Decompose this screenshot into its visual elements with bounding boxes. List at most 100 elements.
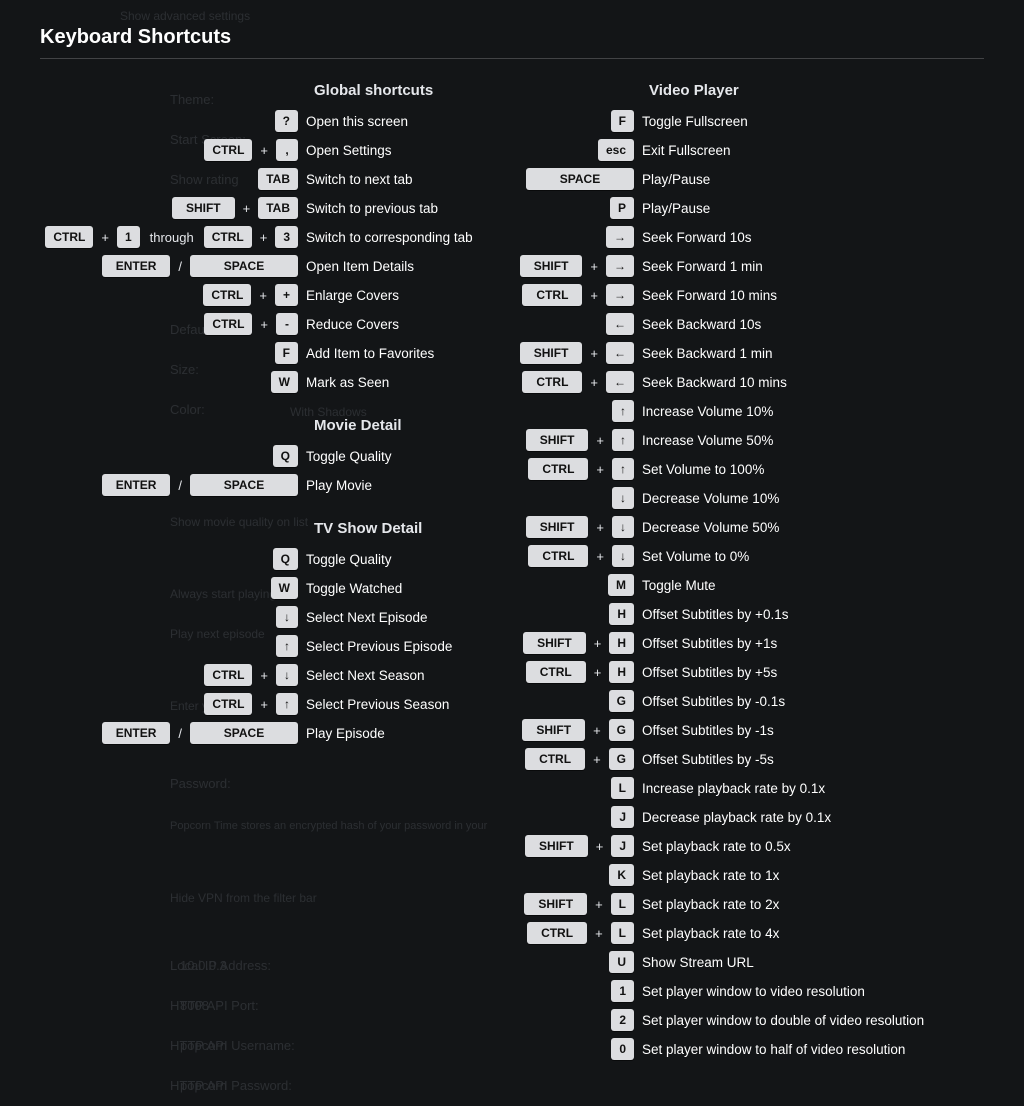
shortcut-row: SHIFT+←Seek Backward 1 min: [514, 339, 1024, 367]
key-separator: +: [594, 520, 606, 535]
key-separator: +: [592, 665, 604, 680]
key-separator: /: [176, 259, 184, 274]
key-separator: +: [591, 723, 603, 738]
key-cap: 2: [611, 1009, 634, 1031]
key-separator: +: [258, 143, 270, 158]
key-cap: G: [609, 719, 634, 741]
key-cap: H: [609, 632, 634, 654]
key-cap: K: [609, 864, 634, 886]
shortcut-row: FToggle Fullscreen: [514, 107, 1024, 135]
shortcut-row: CTRL+←Seek Backward 10 mins: [514, 368, 1024, 396]
key-cap: ENTER: [102, 722, 171, 744]
shortcut-description: Select Next Season: [306, 668, 425, 683]
key-separator: +: [594, 462, 606, 477]
shortcut-description: Add Item to Favorites: [306, 346, 434, 361]
shortcuts-columns: Global shortcuts ?Open this screenCTRL+,…: [0, 78, 1024, 1064]
key-cap: F: [275, 342, 298, 364]
key-combo: CTRL+↓: [0, 664, 306, 686]
shortcut-row: JDecrease playback rate by 0.1x: [514, 803, 1024, 831]
key-cap: ←: [606, 313, 634, 335]
key-cap: CTRL: [204, 664, 252, 686]
key-combo: M: [514, 574, 642, 596]
key-combo: SHIFT+↓: [514, 516, 642, 538]
key-cap: SHIFT: [523, 632, 586, 654]
key-cap: L: [611, 922, 634, 944]
key-cap: J: [611, 806, 634, 828]
shortcut-description: Select Next Episode: [306, 610, 428, 625]
key-separator: +: [258, 697, 270, 712]
shortcut-description: Seek Forward 1 min: [642, 259, 763, 274]
key-cap: SHIFT: [172, 197, 235, 219]
key-cap: H: [609, 603, 634, 625]
key-combo: CTRL+H: [514, 661, 642, 683]
key-cap: SHIFT: [520, 342, 583, 364]
shortcut-description: Play Movie: [306, 478, 372, 493]
key-combo: Q: [0, 548, 306, 570]
shortcut-row: KSet playback rate to 1x: [514, 861, 1024, 889]
key-cap: CTRL: [203, 284, 251, 306]
key-cap: TAB: [258, 168, 298, 190]
shortcut-row: WMark as Seen: [0, 368, 514, 396]
key-cap: SPACE: [190, 255, 298, 277]
shortcut-description: Seek Backward 10s: [642, 317, 761, 332]
key-combo: 2: [514, 1009, 642, 1031]
shortcut-row: LIncrease playback rate by 0.1x: [514, 774, 1024, 802]
shortcut-row: 0Set player window to half of video reso…: [514, 1035, 1024, 1063]
dialog-title: Keyboard Shortcuts: [40, 26, 231, 49]
key-separator: +: [588, 375, 600, 390]
shortcut-description: Offset Subtitles by +1s: [642, 636, 777, 651]
key-cap: ↓: [612, 516, 634, 538]
key-cap: L: [611, 893, 634, 915]
key-separator: +: [594, 433, 606, 448]
shortcut-row: SHIFT+JSet playback rate to 0.5x: [514, 832, 1024, 860]
key-cap: →: [606, 255, 634, 277]
key-cap: M: [608, 574, 634, 596]
shortcut-row: ENTER/SPACEOpen Item Details: [0, 252, 514, 280]
key-separator: /: [176, 478, 184, 493]
key-cap: ←: [606, 342, 634, 364]
shortcut-description: Open Item Details: [306, 259, 414, 274]
key-separator: +: [594, 549, 606, 564]
key-cap: G: [609, 748, 634, 770]
key-combo: esc: [514, 139, 642, 161]
key-cap: W: [271, 577, 298, 599]
key-combo: →: [514, 226, 642, 248]
section-movie-title: Movie Detail: [0, 417, 514, 434]
shortcut-description: Offset Subtitles by -1s: [642, 723, 774, 738]
shortcut-row: ENTER/SPACEPlay Episode: [0, 719, 514, 747]
key-cap: ↓: [276, 664, 298, 686]
shortcut-row: SPACEPlay/Pause: [514, 165, 1024, 193]
key-cap: 3: [275, 226, 298, 248]
key-combo: CTRL+↓: [514, 545, 642, 567]
key-cap: ↑: [276, 693, 298, 715]
key-combo: 0: [514, 1038, 642, 1060]
shortcut-description: Set Volume to 100%: [642, 462, 764, 477]
shortcut-row: SHIFT+↑Increase Volume 50%: [514, 426, 1024, 454]
key-combo: P: [514, 197, 642, 219]
key-combo: ↑: [0, 635, 306, 657]
key-combo: ↓: [514, 487, 642, 509]
shortcut-row: CTRL+HOffset Subtitles by +5s: [514, 658, 1024, 686]
key-cap: ,: [276, 139, 298, 161]
key-combo: K: [514, 864, 642, 886]
key-combo: H: [514, 603, 642, 625]
key-cap: 0: [611, 1038, 634, 1060]
key-combo: F: [514, 110, 642, 132]
key-cap: SPACE: [526, 168, 634, 190]
key-separator: +: [588, 259, 600, 274]
shortcut-description: Reduce Covers: [306, 317, 399, 332]
key-combo: J: [514, 806, 642, 828]
key-combo: ←: [514, 313, 642, 335]
shortcut-description: Play Episode: [306, 726, 385, 741]
shortcut-description: Play/Pause: [642, 201, 710, 216]
shortcut-row: ?Open this screen: [0, 107, 514, 135]
key-cap: →: [606, 226, 634, 248]
key-cap: ↑: [612, 458, 634, 480]
key-combo: CTRL+↑: [514, 458, 642, 480]
key-combo: CTRL+←: [514, 371, 642, 393]
key-separator: +: [99, 230, 111, 245]
key-combo: CTRL+-: [0, 313, 306, 335]
key-cap: CTRL: [527, 922, 587, 944]
key-cap: ↓: [612, 487, 634, 509]
shortcut-row: CTRL+↑Select Previous Season: [0, 690, 514, 718]
